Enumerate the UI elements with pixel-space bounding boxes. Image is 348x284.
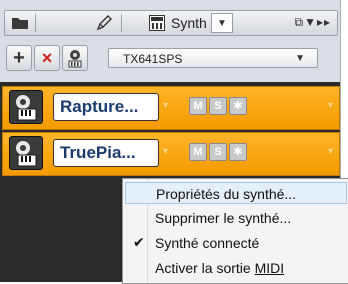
chevron-down-icon[interactable]: ▾: [328, 100, 333, 111]
pencil-icon[interactable]: [93, 13, 115, 33]
synth-properties-icon: [68, 50, 82, 68]
menu-item-synth-connected[interactable]: ✔ Synthé connecté: [125, 232, 347, 254]
mute-button[interactable]: M: [189, 143, 207, 161]
menu-item-enable-midi-output[interactable]: Activer la sortie MIDI: [125, 257, 347, 279]
toolbar-separator: [121, 14, 122, 32]
chevron-down-icon[interactable]: ▾: [163, 100, 168, 111]
arm-button[interactable]: ✱: [229, 143, 247, 161]
synth-slot[interactable]: TruePia... ▾ M S ✱ ▾: [2, 132, 340, 176]
menu-item-label: Activer la sortie MIDI: [155, 260, 285, 276]
plus-icon: +: [13, 46, 25, 69]
synth-name-field[interactable]: Rapture...: [53, 93, 159, 121]
chevron-down-icon[interactable]: ▾: [328, 146, 333, 157]
top-toolbar: Synth ▼ ⧉▼▸▸: [4, 10, 338, 36]
synth-name-field[interactable]: TruePia...: [53, 139, 159, 167]
synth-dropdown-button[interactable]: ▼: [211, 13, 233, 33]
view-options-icon[interactable]: ⧉▼▸▸: [295, 15, 332, 30]
preset-select[interactable]: TX641SPS ▼: [108, 48, 318, 68]
arm-button[interactable]: ✱: [229, 97, 247, 115]
remove-synth-button[interactable]: ×: [34, 45, 60, 71]
synth-icon: [149, 15, 165, 31]
menu-item-label: Supprimer le synthé...: [155, 210, 292, 226]
checkmark-icon: ✔: [133, 234, 145, 250]
chevron-down-icon: ▼: [217, 17, 227, 29]
mute-button[interactable]: M: [189, 97, 207, 115]
synth-icon[interactable]: [9, 136, 43, 170]
chevron-down-icon[interactable]: ▾: [163, 146, 168, 157]
synth-properties-button[interactable]: [62, 45, 88, 71]
chevron-down-icon: ▼: [295, 53, 305, 64]
synth-slot[interactable]: Rapture... ▾ M S ✱ ▾: [2, 86, 340, 130]
synth-context-menu: Propriétés du synthé... Supprimer le syn…: [122, 178, 348, 284]
menu-item-label: Synthé connecté: [155, 235, 260, 251]
folder-icon[interactable]: [9, 13, 31, 33]
menu-item-delete-synth[interactable]: Supprimer le synthé...: [125, 207, 347, 229]
toolbar-separator: [35, 14, 36, 32]
add-synth-button[interactable]: +: [6, 45, 32, 71]
solo-button[interactable]: S: [209, 143, 227, 161]
menu-item-label: Propriétés du synthé...: [156, 186, 297, 202]
synth-toolbar: + × TX641SPS ▼: [4, 42, 336, 74]
preset-select-value: TX641SPS: [123, 52, 183, 66]
synth-label: Synth: [171, 15, 207, 31]
menu-item-synth-properties[interactable]: Propriétés du synthé...: [125, 182, 347, 204]
solo-button[interactable]: S: [209, 97, 227, 115]
synth-icon[interactable]: [9, 90, 43, 124]
close-icon: ×: [41, 47, 53, 68]
